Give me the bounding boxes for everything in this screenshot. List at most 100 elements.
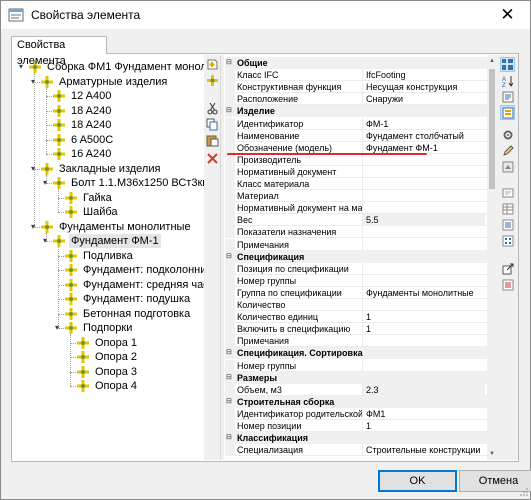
add-subelement-icon[interactable] bbox=[205, 73, 219, 87]
property-value[interactable]: IfcFooting bbox=[363, 69, 485, 81]
property-value[interactable]: Несущая конструкция bbox=[363, 81, 485, 93]
property-row[interactable]: Идентификатор ФМ-1 bbox=[225, 117, 497, 130]
property-value[interactable] bbox=[363, 178, 485, 190]
property-value[interactable] bbox=[363, 360, 485, 372]
property-category[interactable]: ⊟ Классификация bbox=[225, 432, 497, 445]
property-category[interactable]: ⊟ Строительная сборка bbox=[225, 395, 497, 408]
collapse-toggle-icon[interactable]: ⊟ bbox=[226, 57, 235, 69]
template-icon[interactable] bbox=[500, 159, 515, 174]
sort-alphabetical-icon[interactable]: AZ bbox=[500, 73, 515, 88]
property-value[interactable] bbox=[363, 263, 485, 275]
property-row[interactable]: Группа по спецификации Фундаменты монолит… bbox=[225, 286, 497, 299]
property-row[interactable]: Конструктивная функция Несущая конструкци… bbox=[225, 81, 497, 94]
property-value[interactable] bbox=[363, 226, 485, 238]
property-value[interactable] bbox=[363, 239, 485, 251]
property-row[interactable]: Примечания bbox=[225, 335, 497, 348]
collapse-toggle-icon[interactable]: ⊟ bbox=[226, 105, 235, 117]
collapse-toggle-icon[interactable]: ▾ bbox=[43, 176, 53, 190]
property-value[interactable]: Фундамент столбчатый bbox=[363, 130, 485, 142]
property-value[interactable] bbox=[363, 190, 485, 202]
property-value[interactable] bbox=[363, 335, 485, 347]
grid-icon[interactable] bbox=[500, 233, 515, 248]
copy-icon[interactable] bbox=[205, 117, 219, 131]
property-row[interactable]: Объем, м3 2.3 bbox=[225, 383, 497, 396]
report-icon[interactable] bbox=[500, 277, 515, 292]
property-row[interactable]: Наименование Фундамент столбчатый bbox=[225, 129, 497, 142]
property-category[interactable]: ⊟ Общие bbox=[225, 57, 497, 69]
tag-icon[interactable] bbox=[500, 185, 515, 200]
property-grid-scrollbar[interactable]: ▲ ▼ bbox=[487, 55, 497, 460]
property-value[interactable] bbox=[363, 166, 485, 178]
property-category[interactable]: ⊟ Спецификация bbox=[225, 250, 497, 263]
property-row[interactable]: Количество bbox=[225, 299, 497, 311]
collapse-toggle-icon[interactable]: ▾ bbox=[55, 321, 65, 335]
property-value[interactable]: Строительные конструкции bbox=[363, 444, 485, 456]
property-row[interactable]: Класс материала bbox=[225, 178, 497, 190]
collapse-toggle-icon[interactable]: ⊟ bbox=[226, 432, 235, 444]
scroll-up-icon[interactable]: ▲ bbox=[487, 55, 497, 67]
element-tree[interactable]: ▾ Сборка ФМ1 Фундамент монолитный ▾ Арматур… bbox=[13, 55, 205, 460]
property-value[interactable] bbox=[363, 202, 485, 214]
property-row[interactable]: Позиция по спецификации bbox=[225, 262, 497, 275]
property-row[interactable]: Нормативный документ bbox=[225, 165, 497, 178]
tab-element-properties[interactable]: Свойства элемента bbox=[11, 36, 107, 67]
property-value[interactable]: 1 bbox=[363, 323, 485, 335]
property-row[interactable]: Нормативный документ на материал bbox=[225, 202, 497, 215]
scrollbar-thumb[interactable] bbox=[489, 69, 495, 189]
ok-button[interactable]: OK bbox=[378, 470, 457, 492]
property-value[interactable] bbox=[363, 299, 485, 311]
property-row[interactable]: Специализация Строительные конструкции bbox=[225, 444, 497, 457]
pane-splitter[interactable] bbox=[220, 55, 224, 460]
resize-grip-icon[interactable] bbox=[519, 487, 529, 497]
property-row[interactable]: Вес 5.5 bbox=[225, 214, 497, 227]
edit-icon[interactable] bbox=[500, 143, 515, 158]
property-value[interactable] bbox=[363, 275, 485, 287]
property-value[interactable]: 5.5 bbox=[363, 214, 485, 227]
export-icon[interactable] bbox=[500, 261, 515, 276]
property-row[interactable]: Показатели назначения bbox=[225, 226, 497, 239]
property-row[interactable]: Примечания bbox=[225, 238, 497, 251]
collapse-toggle-icon[interactable]: ⊟ bbox=[226, 347, 235, 359]
delete-icon[interactable] bbox=[205, 151, 219, 165]
list-icon[interactable] bbox=[500, 217, 515, 232]
collapse-toggle-icon[interactable]: ▾ bbox=[31, 220, 41, 234]
property-row[interactable]: Производитель bbox=[225, 153, 497, 166]
collapse-toggle-icon[interactable]: ⊟ bbox=[226, 372, 235, 384]
property-value[interactable]: Фундамент ФМ-1 bbox=[363, 142, 485, 154]
scroll-down-icon[interactable]: ▼ bbox=[487, 448, 497, 460]
property-row[interactable]: Включить в спецификацию 1 bbox=[225, 323, 497, 336]
add-element-icon[interactable] bbox=[205, 57, 219, 71]
property-value[interactable]: ФМ1 bbox=[363, 408, 485, 420]
collapse-toggle-icon[interactable]: ▾ bbox=[31, 75, 41, 89]
property-row[interactable]: Класс IFC IfcFooting bbox=[225, 69, 497, 82]
property-value[interactable] bbox=[363, 154, 485, 166]
property-row[interactable]: Номер группы bbox=[225, 274, 497, 287]
property-value[interactable]: ФМ-1 bbox=[363, 118, 485, 130]
paste-icon[interactable] bbox=[205, 133, 219, 147]
cut-icon[interactable] bbox=[205, 101, 219, 115]
collapse-toggle-icon[interactable]: ⊟ bbox=[226, 251, 235, 263]
property-category[interactable]: ⊟ Спецификация. Сортировка bbox=[225, 347, 497, 360]
property-value[interactable]: Снаружи bbox=[363, 93, 485, 105]
property-row[interactable]: Обозначение (модель) Фундамент ФМ-1 bbox=[225, 141, 497, 154]
collapse-toggle-icon[interactable]: ▾ bbox=[43, 234, 53, 248]
filter-icon[interactable] bbox=[500, 89, 515, 104]
table-icon[interactable] bbox=[500, 201, 515, 216]
collapse-toggle-icon[interactable]: ▾ bbox=[31, 162, 41, 176]
properties-icon[interactable] bbox=[500, 105, 515, 120]
property-row[interactable]: Расположение Снаружи bbox=[225, 93, 497, 106]
property-row[interactable]: Количество единиц 1 bbox=[225, 311, 497, 324]
property-value[interactable]: 1 bbox=[363, 311, 485, 323]
property-row[interactable]: Номер позиции 1 bbox=[225, 420, 497, 432]
categorized-view-icon[interactable] bbox=[500, 57, 515, 72]
property-row[interactable]: Номер группы bbox=[225, 359, 497, 372]
property-row[interactable]: Идентификатор родительской сбо...ФМ1 bbox=[225, 407, 497, 420]
property-value[interactable]: 2.3 bbox=[363, 383, 485, 396]
property-category[interactable]: ⊟ Изделие bbox=[225, 105, 497, 118]
property-category[interactable]: ⊟ Размеры bbox=[225, 371, 497, 384]
collapse-toggle-icon[interactable]: ⊟ bbox=[226, 396, 235, 408]
property-value[interactable]: 1 bbox=[363, 420, 485, 432]
property-grid[interactable]: Специализация Строительные конструкции ⊟ Кл… bbox=[225, 55, 497, 460]
property-row[interactable]: Материал bbox=[225, 190, 497, 203]
settings-icon[interactable] bbox=[500, 127, 515, 142]
